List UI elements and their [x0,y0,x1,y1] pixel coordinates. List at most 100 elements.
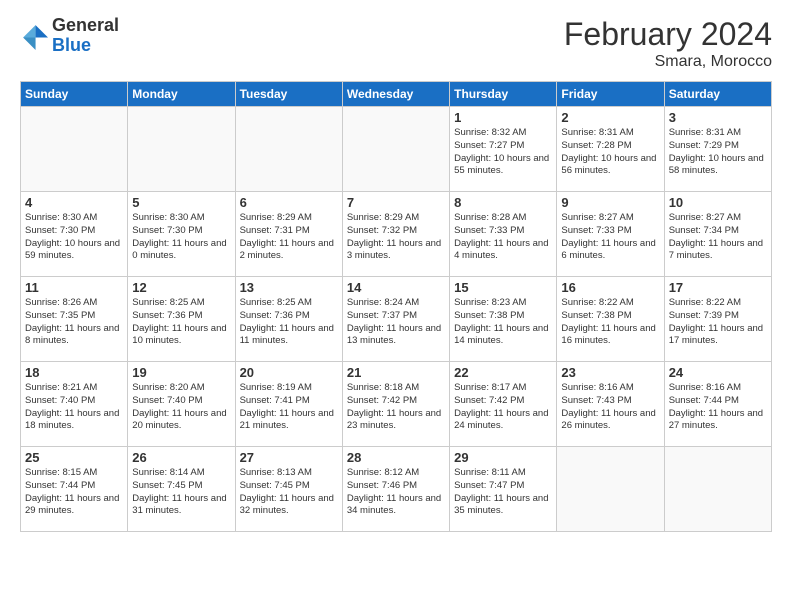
day-number: 9 [561,195,659,210]
calendar-cell: 23 Sunrise: 8:16 AM Sunset: 7:43 PM Dayli… [557,362,664,447]
week-row-5: 25 Sunrise: 8:15 AM Sunset: 7:44 PM Dayli… [21,447,772,532]
day-info: Sunrise: 8:15 AM Sunset: 7:44 PM Dayligh… [25,467,123,518]
day-info: Sunrise: 8:27 AM Sunset: 7:33 PM Dayligh… [561,212,659,263]
calendar-cell: 4 Sunrise: 8:30 AM Sunset: 7:30 PM Daylig… [21,192,128,277]
col-header-thursday: Thursday [450,82,557,107]
calendar-cell: 17Sunrise: 8:22 AM Sunset: 7:39 PM Dayli… [664,277,771,362]
day-number: 3 [669,110,767,125]
calendar-cell [557,447,664,532]
day-info: Sunrise: 8:30 AM Sunset: 7:30 PM Dayligh… [132,212,230,263]
calendar-cell [235,107,342,192]
calendar-cell: 9 Sunrise: 8:27 AM Sunset: 7:33 PM Daylig… [557,192,664,277]
day-info: Sunrise: 8:16 AM Sunset: 7:44 PM Dayligh… [669,382,767,433]
day-info: Sunrise: 8:22 AM Sunset: 7:38 PM Dayligh… [561,297,659,348]
week-row-4: 18Sunrise: 8:21 AM Sunset: 7:40 PM Dayli… [21,362,772,447]
day-number: 28 [347,450,445,465]
calendar-cell: 2 Sunrise: 8:31 AM Sunset: 7:28 PM Daylig… [557,107,664,192]
day-number: 23 [561,365,659,380]
calendar-cell: 28Sunrise: 8:12 AM Sunset: 7:46 PM Dayli… [342,447,449,532]
day-number: 16 [561,280,659,295]
day-number: 19 [132,365,230,380]
day-number: 4 [25,195,123,210]
day-number: 2 [561,110,659,125]
day-info: Sunrise: 8:26 AM Sunset: 7:35 PM Dayligh… [25,297,123,348]
day-info: Sunrise: 8:27 AM Sunset: 7:34 PM Dayligh… [669,212,767,263]
calendar-header-row: SundayMondayTuesdayWednesdayThursdayFrid… [21,82,772,107]
col-header-wednesday: Wednesday [342,82,449,107]
day-number: 14 [347,280,445,295]
day-info: Sunrise: 8:30 AM Sunset: 7:30 PM Dayligh… [25,212,123,263]
calendar-cell: 13 Sunrise: 8:25 AM Sunset: 7:36 PM Dayli… [235,277,342,362]
calendar-cell [664,447,771,532]
calendar-cell: 5 Sunrise: 8:30 AM Sunset: 7:30 PM Daylig… [128,192,235,277]
day-info: Sunrise: 8:23 AM Sunset: 7:38 PM Dayligh… [454,297,552,348]
header: General Blue February 2024 Smara, Morocc… [20,16,772,71]
day-info: Sunrise: 8:22 AM Sunset: 7:39 PM Dayligh… [669,297,767,348]
col-header-monday: Monday [128,82,235,107]
calendar-cell: 11Sunrise: 8:26 AM Sunset: 7:35 PM Dayli… [21,277,128,362]
day-info: Sunrise: 8:31 AM Sunset: 7:29 PM Dayligh… [669,127,767,178]
calendar-cell: 1 Sunrise: 8:32 AM Sunset: 7:27 PM Daylig… [450,107,557,192]
day-info: Sunrise: 8:20 AM Sunset: 7:40 PM Dayligh… [132,382,230,433]
day-number: 8 [454,195,552,210]
day-info: Sunrise: 8:17 AM Sunset: 7:42 PM Dayligh… [454,382,552,433]
title-block: February 2024 Smara, Morocco [564,16,772,71]
day-number: 26 [132,450,230,465]
calendar-cell: 7Sunrise: 8:29 AM Sunset: 7:32 PM Daylig… [342,192,449,277]
month-title: February 2024 [564,16,772,53]
day-number: 1 [454,110,552,125]
location: Smara, Morocco [564,53,772,71]
calendar-cell [342,107,449,192]
col-header-sunday: Sunday [21,82,128,107]
calendar-cell: 26 Sunrise: 8:14 AM Sunset: 7:45 PM Dayli… [128,447,235,532]
calendar-cell: 18Sunrise: 8:21 AM Sunset: 7:40 PM Dayli… [21,362,128,447]
logo-icon [20,22,48,50]
day-info: Sunrise: 8:11 AM Sunset: 7:47 PM Dayligh… [454,467,552,518]
day-info: Sunrise: 8:28 AM Sunset: 7:33 PM Dayligh… [454,212,552,263]
day-info: Sunrise: 8:13 AM Sunset: 7:45 PM Dayligh… [240,467,338,518]
calendar-cell: 22Sunrise: 8:17 AM Sunset: 7:42 PM Dayli… [450,362,557,447]
logo-general-text: General [52,15,119,35]
logo: General Blue [20,16,119,56]
day-info: Sunrise: 8:31 AM Sunset: 7:28 PM Dayligh… [561,127,659,178]
calendar-cell [128,107,235,192]
day-info: Sunrise: 8:14 AM Sunset: 7:45 PM Dayligh… [132,467,230,518]
calendar-cell: 14 Sunrise: 8:24 AM Sunset: 7:37 PM Dayli… [342,277,449,362]
day-number: 20 [240,365,338,380]
day-info: Sunrise: 8:25 AM Sunset: 7:36 PM Dayligh… [132,297,230,348]
day-number: 21 [347,365,445,380]
day-info: Sunrise: 8:19 AM Sunset: 7:41 PM Dayligh… [240,382,338,433]
day-number: 5 [132,195,230,210]
day-info: Sunrise: 8:32 AM Sunset: 7:27 PM Dayligh… [454,127,552,178]
calendar-cell: 27 Sunrise: 8:13 AM Sunset: 7:45 PM Dayli… [235,447,342,532]
calendar-cell: 19 Sunrise: 8:20 AM Sunset: 7:40 PM Dayli… [128,362,235,447]
day-number: 15 [454,280,552,295]
week-row-2: 4 Sunrise: 8:30 AM Sunset: 7:30 PM Daylig… [21,192,772,277]
day-info: Sunrise: 8:29 AM Sunset: 7:32 PM Dayligh… [347,212,445,263]
day-number: 18 [25,365,123,380]
calendar-cell: 24 Sunrise: 8:16 AM Sunset: 7:44 PM Dayli… [664,362,771,447]
calendar-cell: 21 Sunrise: 8:18 AM Sunset: 7:42 PM Dayli… [342,362,449,447]
day-info: Sunrise: 8:18 AM Sunset: 7:42 PM Dayligh… [347,382,445,433]
day-number: 24 [669,365,767,380]
day-number: 27 [240,450,338,465]
logo-blue-text: Blue [52,35,91,55]
col-header-saturday: Saturday [664,82,771,107]
col-header-tuesday: Tuesday [235,82,342,107]
calendar-cell: 3 Sunrise: 8:31 AM Sunset: 7:29 PM Daylig… [664,107,771,192]
day-info: Sunrise: 8:16 AM Sunset: 7:43 PM Dayligh… [561,382,659,433]
day-number: 12 [132,280,230,295]
day-number: 25 [25,450,123,465]
calendar-cell: 25 Sunrise: 8:15 AM Sunset: 7:44 PM Dayli… [21,447,128,532]
week-row-3: 11Sunrise: 8:26 AM Sunset: 7:35 PM Dayli… [21,277,772,362]
calendar-cell: 20 Sunrise: 8:19 AM Sunset: 7:41 PM Dayli… [235,362,342,447]
calendar-cell: 16 Sunrise: 8:22 AM Sunset: 7:38 PM Dayli… [557,277,664,362]
day-number: 29 [454,450,552,465]
calendar-cell: 15 Sunrise: 8:23 AM Sunset: 7:38 PM Dayli… [450,277,557,362]
day-info: Sunrise: 8:24 AM Sunset: 7:37 PM Dayligh… [347,297,445,348]
day-info: Sunrise: 8:25 AM Sunset: 7:36 PM Dayligh… [240,297,338,348]
col-header-friday: Friday [557,82,664,107]
day-number: 13 [240,280,338,295]
calendar-cell: 10Sunrise: 8:27 AM Sunset: 7:34 PM Dayli… [664,192,771,277]
calendar-cell: 12 Sunrise: 8:25 AM Sunset: 7:36 PM Dayli… [128,277,235,362]
